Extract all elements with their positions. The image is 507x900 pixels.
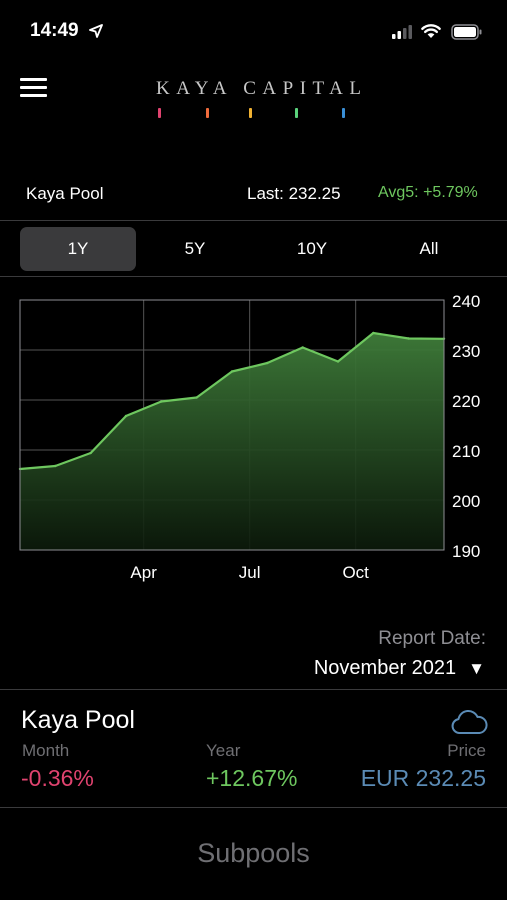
pool-name: Kaya Pool xyxy=(26,184,104,203)
tab-1y[interactable]: 1Y xyxy=(20,227,136,271)
summary-pool-name: Kaya Pool xyxy=(21,706,135,734)
kaya-capital-logo: KAYA CAPITAL xyxy=(150,78,361,122)
avg5-value: Avg5: +5.79% xyxy=(378,184,478,201)
price-value: EUR 232.25 xyxy=(360,765,486,791)
location-arrow-icon xyxy=(89,24,103,38)
logo-text: KAYA CAPITAL xyxy=(156,78,368,99)
data-point xyxy=(195,396,198,399)
y-tick-label: 220 xyxy=(452,392,480,411)
month-change-value: -0.36% xyxy=(21,765,94,791)
cellular-signal-icon xyxy=(392,25,412,39)
data-point xyxy=(54,464,57,468)
y-tick-label: 230 xyxy=(452,342,480,361)
report-date-value: November 2021 xyxy=(313,657,457,679)
y-tick-label: 210 xyxy=(452,442,480,461)
logo-accent-dash xyxy=(158,108,161,118)
logo-accent-dash xyxy=(295,108,298,118)
tab-all[interactable]: All xyxy=(371,227,487,271)
pool-info-row: Kaya Pool Last: 232.25 Avg5: +5.79% xyxy=(0,172,507,220)
data-point xyxy=(301,346,304,349)
data-point xyxy=(372,331,375,335)
price-area xyxy=(20,333,444,550)
divider xyxy=(0,807,507,808)
status-bar: 14:49 xyxy=(0,0,507,62)
tab-5y[interactable]: 5Y xyxy=(137,227,253,271)
hamburger-bar xyxy=(20,78,47,81)
hamburger-bar xyxy=(20,94,47,97)
data-point xyxy=(407,337,410,340)
month-label: Month xyxy=(22,741,70,760)
report-date-label: Report Date: xyxy=(378,628,486,649)
x-tick-label: Apr xyxy=(130,563,157,582)
battery-icon xyxy=(451,24,482,40)
data-point xyxy=(230,370,234,373)
data-point xyxy=(336,360,340,363)
subpools-heading[interactable]: Subpools xyxy=(0,838,507,869)
last-value: Last: 232.25 xyxy=(247,184,341,203)
data-point xyxy=(124,414,128,418)
y-tick-label: 240 xyxy=(452,292,480,311)
divider xyxy=(0,276,507,277)
data-point xyxy=(266,361,269,365)
year-label: Year xyxy=(206,741,241,760)
y-tick-label: 200 xyxy=(452,492,480,511)
status-time: 14:49 xyxy=(30,20,79,41)
divider xyxy=(0,689,507,690)
year-change-value: +12.67% xyxy=(206,765,298,791)
hamburger-bar xyxy=(20,86,47,89)
logo-accent-dash xyxy=(206,108,209,118)
tab-10y[interactable]: 10Y xyxy=(254,227,370,271)
divider xyxy=(0,220,507,221)
x-tick-label: Jul xyxy=(239,563,261,582)
logo-accent-dash xyxy=(249,108,252,118)
wifi-icon xyxy=(421,24,441,38)
menu-button[interactable] xyxy=(20,78,48,100)
dropdown-triangle-icon: ▼ xyxy=(468,658,485,678)
cloud-icon[interactable] xyxy=(450,708,488,736)
x-tick-label: Oct xyxy=(342,563,369,582)
y-tick-label: 190 xyxy=(452,542,480,561)
logo-accent-dash xyxy=(342,108,345,118)
price-label: Price xyxy=(447,741,486,760)
report-date-dropdown[interactable]: November 2021 ▼ xyxy=(314,657,485,680)
data-point xyxy=(89,451,92,455)
data-point xyxy=(160,400,163,403)
price-chart: 190 200 210 220 230 240 Apr Jul Oct xyxy=(18,292,480,582)
